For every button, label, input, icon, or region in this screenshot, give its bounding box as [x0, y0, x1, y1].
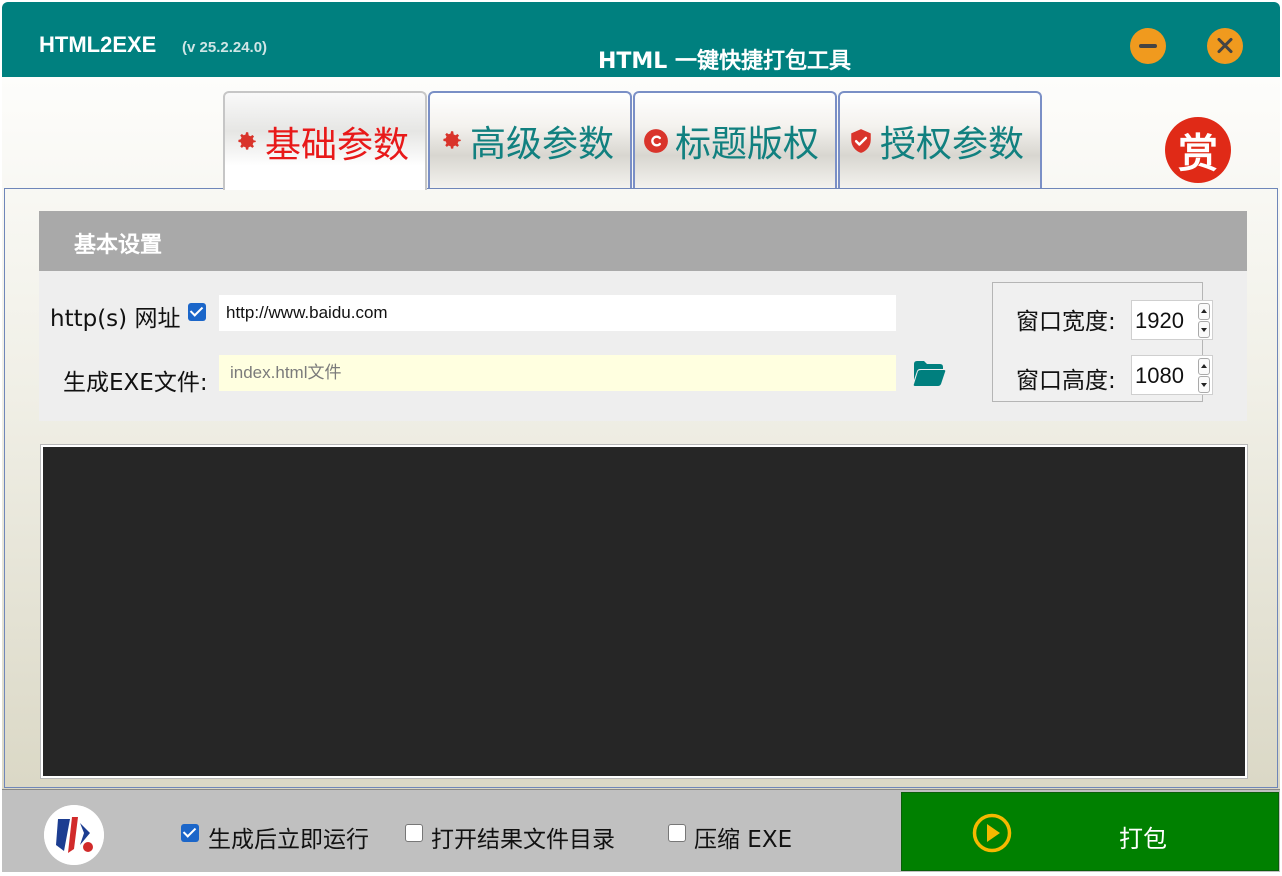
section-header: 基本设置 [39, 211, 1247, 271]
tab-label: 高级参数 [470, 124, 615, 165]
open-dir-label[interactable]: 打开结果文件目录 [431, 820, 615, 854]
main-area: 基础参数 高级参数 标题版权 授权参数 赏 基本设置 http(s) 网址 生成… [2, 77, 1280, 872]
window-width-spinner[interactable]: 1920 [1131, 300, 1213, 340]
url-input[interactable] [219, 295, 896, 331]
tab-label: 标题版权 [675, 124, 820, 165]
app-logo [44, 805, 104, 865]
tab-label: 授权参数 [880, 124, 1025, 165]
minimize-button[interactable] [1130, 28, 1166, 64]
window-height-value: 1080 [1135, 363, 1184, 388]
tab-title-copyright[interactable]: 标题版权 [633, 91, 837, 189]
app-name: HTML2EXE [39, 32, 157, 57]
run-after-checkbox[interactable] [181, 824, 199, 842]
height-increment-button[interactable] [1198, 358, 1210, 375]
compress-exe-label[interactable]: 压缩 EXE [694, 820, 792, 854]
app-version: (v 25.2.24.0) [182, 39, 268, 56]
bottom-bar: 生成后立即运行 打开结果文件目录 压缩 EXE 打包 [2, 789, 1280, 872]
open-dir-checkbox[interactable] [405, 824, 423, 842]
tab-basic-params[interactable]: 基础参数 [223, 91, 427, 190]
compress-exe-checkbox[interactable] [668, 824, 686, 842]
window-height-label: 窗口高度: [1016, 368, 1116, 394]
exe-file-input[interactable] [219, 355, 896, 391]
run-after-label[interactable]: 生成后立即运行 [208, 820, 369, 854]
app-subtitle: HTML 一键快捷打包工具 [598, 49, 851, 74]
exe-file-label: 生成EXE文件: [63, 370, 208, 396]
copyright-icon [644, 129, 668, 153]
window-size-box: 窗口宽度: 1920 窗口高度: 1080 [992, 282, 1213, 402]
play-circle-icon [972, 813, 1012, 853]
width-increment-button[interactable] [1198, 303, 1210, 320]
pack-button[interactable]: 打包 [901, 792, 1279, 871]
height-decrement-button[interactable] [1198, 376, 1210, 393]
title-bar[interactable]: HTML2EXE (v 25.2.24.0) HTML 一键快捷打包工具 [2, 2, 1280, 77]
section-title: 基本设置 [74, 233, 163, 258]
close-button[interactable] [1207, 28, 1243, 64]
pack-button-label: 打包 [1119, 825, 1167, 853]
window-width-label: 窗口宽度: [1016, 309, 1116, 335]
url-label: http(s) 网址 [50, 306, 181, 332]
window-width-value: 1920 [1135, 308, 1184, 333]
tab-advanced-params[interactable]: 高级参数 [428, 91, 632, 189]
width-decrement-button[interactable] [1198, 321, 1210, 338]
output-log-area[interactable] [40, 444, 1248, 779]
tab-label: 基础参数 [265, 124, 410, 166]
gear-icon [238, 131, 256, 150]
gear-icon [443, 131, 461, 149]
tab-license-params[interactable]: 授权参数 [838, 91, 1042, 189]
reward-button[interactable]: 赏 [1165, 117, 1231, 183]
shield-check-icon [851, 129, 871, 153]
url-enabled-checkbox[interactable] [188, 303, 206, 321]
window-height-spinner[interactable]: 1080 [1131, 355, 1213, 395]
folder-open-icon[interactable] [912, 360, 946, 387]
